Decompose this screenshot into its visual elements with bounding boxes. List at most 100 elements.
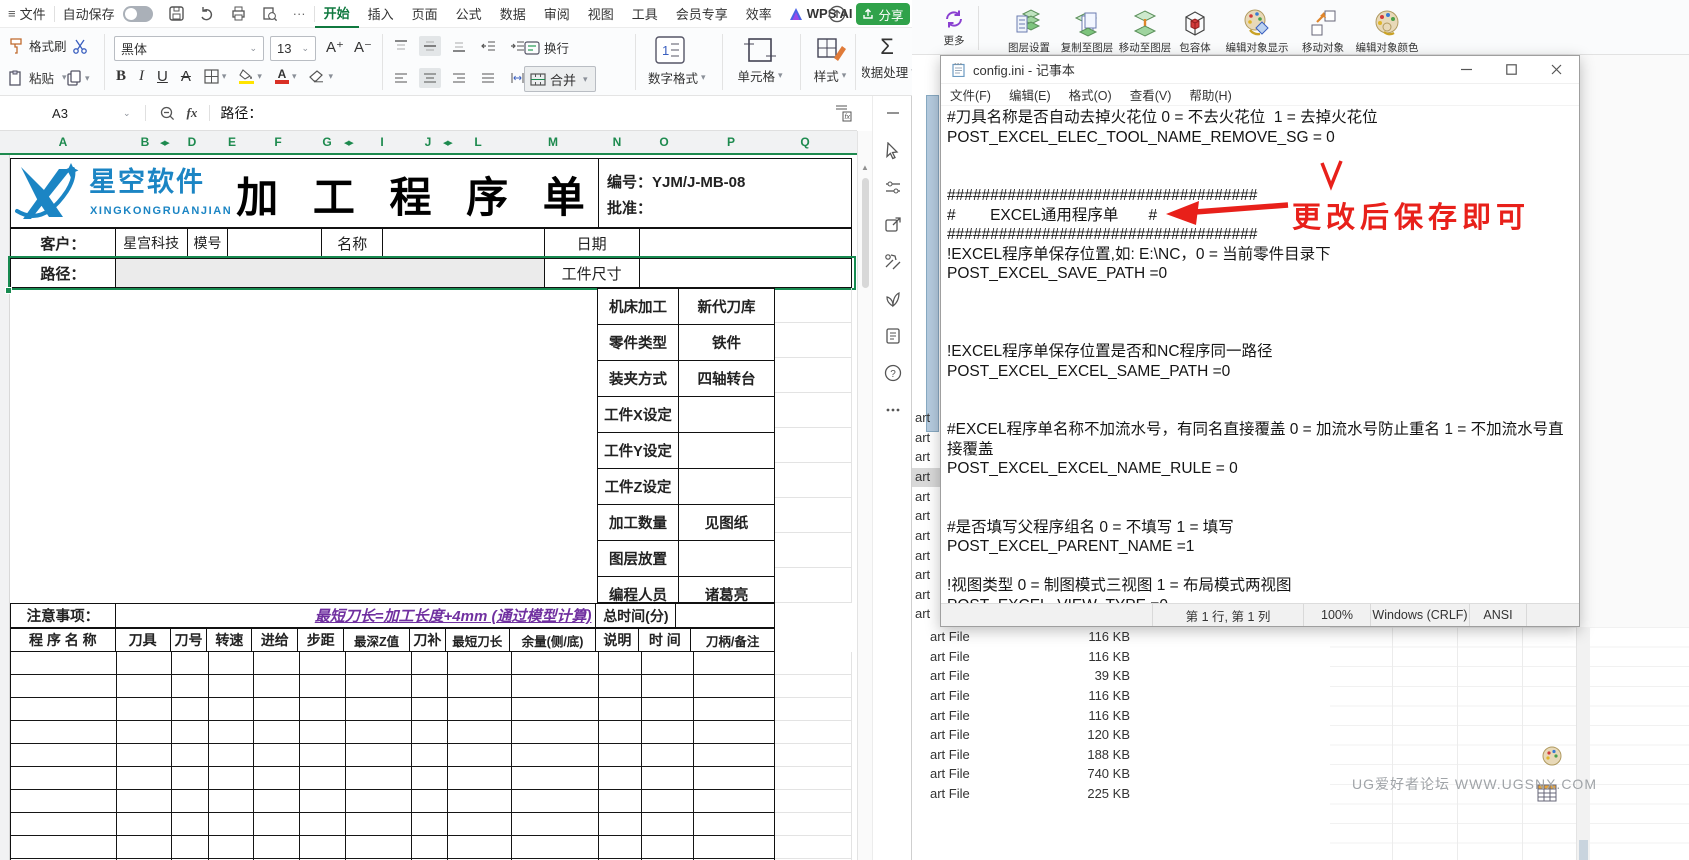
tab-insert[interactable]: 插入	[359, 0, 403, 28]
nx-tool-edit-object-color[interactable]: 编辑对象颜色	[1352, 8, 1422, 55]
info-value[interactable]	[679, 397, 774, 432]
formula-input[interactable]: 路径：	[220, 103, 262, 123]
file-name-sliver[interactable]: art	[915, 528, 939, 543]
col-stock[interactable]: 余量(侧/底)	[510, 629, 597, 651]
wps-ai-button[interactable]: WPS AI	[781, 0, 861, 28]
path-label-cell[interactable]: 路径：	[11, 259, 116, 287]
file-name-sliver[interactable]: art	[915, 489, 939, 504]
format-painter-button[interactable]: 格式刷	[8, 36, 67, 55]
hidden-column-icon[interactable]: ◀▶	[443, 139, 452, 147]
paste-button[interactable]: 粘贴▾	[8, 68, 67, 87]
align-middle-button[interactable]	[419, 36, 441, 56]
name-value-cell[interactable]	[383, 229, 545, 257]
customer-value-cell[interactable]: 星宫科技	[116, 229, 188, 257]
col-deepest-z[interactable]: 最深Z值	[344, 629, 410, 651]
list-item[interactable]: art File740 KB	[912, 764, 1330, 784]
info-label[interactable]: 工件X设定	[598, 397, 679, 432]
info-value[interactable]: 新代刀库	[679, 289, 774, 324]
menu-help[interactable]: 帮助(H)	[1180, 85, 1240, 104]
settings-sliders-icon[interactable]	[884, 179, 902, 197]
file-name-sliver[interactable]: art	[915, 606, 939, 621]
list-item[interactable]: art File116 KB	[912, 627, 1330, 647]
background-scrollbar[interactable]	[1576, 627, 1590, 860]
list-item[interactable]: art File225 KB	[912, 784, 1330, 804]
size-label-cell[interactable]: 工件尺寸	[545, 259, 640, 287]
info-value[interactable]	[679, 541, 774, 576]
mold-label-cell[interactable]: 模号	[188, 229, 229, 257]
chevron-down-icon[interactable]: ⌄	[123, 108, 131, 119]
total-time-label-cell[interactable]: 总时间(分)	[596, 604, 676, 627]
more-commands[interactable]: ···	[285, 0, 314, 28]
cells-button[interactable]: 单元格▾	[734, 36, 786, 85]
col-holder-remark[interactable]: 刀柄/备注	[691, 629, 774, 651]
file-name-sliver[interactable]: art	[915, 469, 939, 484]
fx-icon[interactable]: fx	[187, 105, 198, 121]
file-name-sliver[interactable]: art	[915, 587, 939, 602]
tools-icon[interactable]	[884, 253, 902, 271]
col-tool[interactable]: 刀具	[116, 629, 171, 651]
save-button[interactable]	[161, 0, 192, 28]
menu-view[interactable]: 查看(V)	[1121, 85, 1181, 104]
close-button[interactable]	[1534, 56, 1579, 83]
col-feed[interactable]: 进给	[252, 629, 298, 651]
font-size-select[interactable]: 13⌄	[270, 36, 316, 61]
docinfo-cell[interactable]: 编号：YJM/J-MB-08 批准：	[598, 159, 853, 229]
list-item[interactable]: art File116 KB	[912, 686, 1330, 706]
autosave-toggle[interactable]	[123, 6, 153, 22]
share-button[interactable]: 分享	[856, 3, 910, 25]
info-value[interactable]	[679, 469, 774, 504]
list-item[interactable]: art File116 KB	[912, 647, 1330, 667]
row-headers[interactable]	[0, 155, 10, 860]
decrease-font-button[interactable]: A⁻	[354, 38, 372, 56]
col-min-tool-len[interactable]: 最短刀长	[446, 629, 510, 651]
print-preview-button[interactable]	[254, 0, 285, 28]
eraser-button[interactable]: ▾	[309, 70, 333, 83]
align-center-button[interactable]	[419, 68, 441, 88]
col-program-name[interactable]: 程 序 名 称	[11, 629, 116, 651]
scroll-up-icon[interactable]: ▲	[858, 131, 872, 172]
file-name-sliver[interactable]: art	[915, 548, 939, 563]
list-item[interactable]: art File188 KB	[912, 745, 1330, 765]
align-left-button[interactable]	[390, 68, 412, 88]
tab-tools[interactable]: 工具	[623, 0, 667, 28]
formula-expand-icon[interactable]: fx	[834, 104, 852, 122]
more-options-icon[interactable]	[884, 401, 902, 419]
info-label[interactable]: 零件类型	[598, 325, 679, 360]
collapse-icon[interactable]	[886, 110, 900, 116]
menu-edit[interactable]: 编辑(E)	[1000, 85, 1060, 104]
column-headers[interactable]: A B ◀▶ D E F G ◀▶ I J ◀▶ L M N O P Q	[0, 131, 857, 155]
undo-button[interactable]	[192, 0, 223, 28]
nx-tool-bounding-body[interactable]: 包容体	[1170, 8, 1220, 55]
upload-button[interactable]	[828, 5, 846, 23]
col-speed[interactable]: 转速	[207, 629, 252, 651]
notepad-text-area[interactable]: #刀具名称是否自动去掉火花位 0 = 不去火花位 1 = 去掉火花位 POST_…	[941, 104, 1579, 604]
select-cursor-icon[interactable]	[884, 142, 902, 160]
info-label[interactable]: 工件Y设定	[598, 433, 679, 468]
path-value-cell[interactable]	[116, 259, 545, 287]
customer-label-cell[interactable]: 客户：	[11, 229, 116, 257]
nx-tool-edit-object-display[interactable]: 编辑对象显示	[1224, 8, 1290, 55]
italic-button[interactable]: I	[139, 68, 144, 85]
file-name-sliver[interactable]: art	[915, 430, 939, 445]
info-value[interactable]: 四轴转台	[679, 361, 774, 396]
total-time-value-cell[interactable]	[676, 604, 774, 627]
tab-data[interactable]: 数据	[491, 0, 535, 28]
tab-efficiency[interactable]: 效率	[737, 0, 781, 28]
info-label[interactable]: 机床加工	[598, 289, 679, 324]
col-tool-no[interactable]: 刀号	[171, 629, 208, 651]
info-label[interactable]: 加工数量	[598, 505, 679, 540]
notes-label-cell[interactable]: 注意事项：	[11, 604, 116, 627]
file-name-sliver[interactable]: art	[915, 508, 939, 523]
palette-small-icon[interactable]	[1541, 745, 1563, 767]
zoom-level[interactable]: 100%	[1303, 604, 1370, 626]
tab-review[interactable]: 审阅	[535, 0, 579, 28]
file-name-sliver[interactable]: art	[915, 410, 939, 425]
align-top-button[interactable]	[390, 36, 412, 56]
col-time[interactable]: 时 间	[639, 629, 691, 651]
cut-button[interactable]	[72, 38, 89, 55]
menu-file[interactable]: 文件(F)	[941, 85, 1000, 104]
col-stepover[interactable]: 步距	[298, 629, 344, 651]
vertical-scrollbar[interactable]: ▲	[857, 131, 872, 860]
col-comp[interactable]: 刀补	[410, 629, 446, 651]
list-item[interactable]: art File116 KB	[912, 705, 1330, 725]
